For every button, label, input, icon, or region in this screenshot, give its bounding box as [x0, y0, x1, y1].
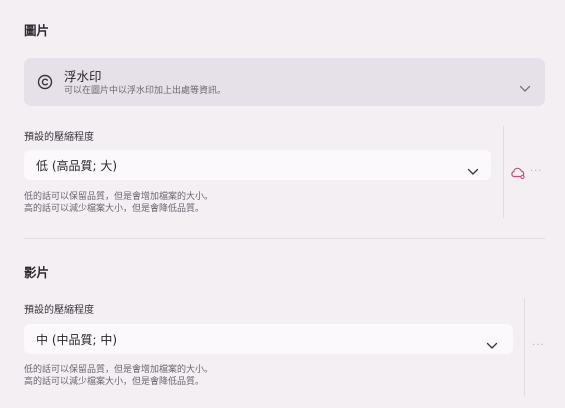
- cloud-sync-icon[interactable]: [510, 165, 526, 180]
- image-more-button[interactable]: ···: [530, 166, 543, 177]
- watermark-description: 可以在圖片中以浮水印加上出處等資訊。: [64, 86, 227, 96]
- image-compression-label: 預設的壓縮程度: [24, 132, 94, 143]
- video-help-line-2: 高的話可以減少檔案大小，但是會降低品質。: [24, 377, 205, 387]
- copyright-icon: [35, 72, 55, 92]
- video-compression-value: 中 (中品質; 中): [36, 333, 118, 347]
- section-separator: [24, 238, 545, 239]
- video-help-text: 低的話可以保留品質，但是會增加檔案的大小。 高的話可以減少檔案大小，但是會降低品…: [24, 364, 213, 388]
- chevron-down-icon: [467, 161, 479, 175]
- image-compression-select[interactable]: 低 (高品質; 大): [24, 150, 491, 180]
- video-section-title: 影片: [24, 265, 50, 280]
- video-help-line-1: 低的話可以保留品質，但是會增加檔案的大小。: [24, 365, 214, 375]
- image-compression-value: 低 (高品質; 大): [36, 159, 118, 173]
- image-divider: [503, 126, 504, 218]
- settings-panel: 圖片 浮水印 可以在圖片中以浮水印加上出處等資訊。 預設的壓縮程度 低 (高品質…: [0, 0, 565, 408]
- images-section-title: 圖片: [24, 23, 50, 38]
- video-compression-label: 預設的壓縮程度: [24, 305, 94, 316]
- video-compression-select[interactable]: 中 (中品質; 中): [24, 324, 513, 354]
- chevron-down-icon: [486, 335, 498, 349]
- image-help-text: 低的話可以保留品質，但是會增加檔案的大小。 高的話可以減少檔案大小，但是會降低品…: [24, 191, 213, 215]
- chevron-down-icon: [519, 78, 531, 92]
- image-help-line-2: 高的話可以減少檔案大小，但是會降低品質。: [24, 204, 205, 214]
- video-more-button[interactable]: ···: [532, 340, 545, 351]
- video-divider: [524, 298, 525, 396]
- watermark-row[interactable]: 浮水印 可以在圖片中以浮水印加上出處等資訊。: [24, 58, 545, 106]
- image-help-line-1: 低的話可以保留品質，但是會增加檔案的大小。: [24, 192, 214, 202]
